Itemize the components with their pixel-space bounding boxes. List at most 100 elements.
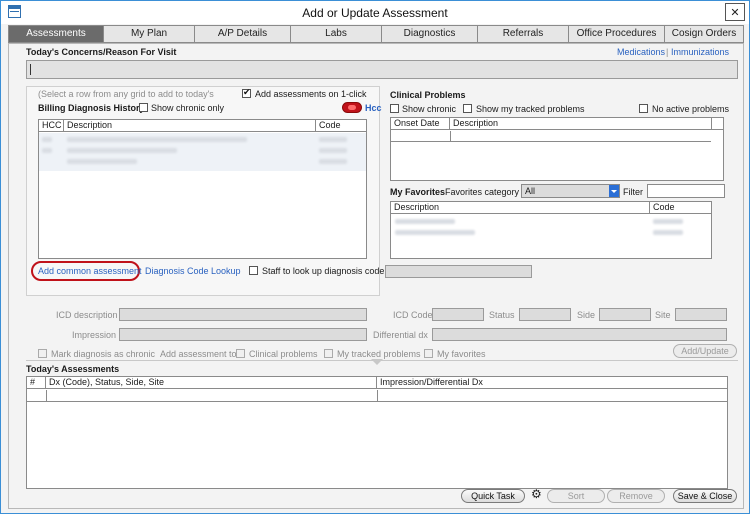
quick-task-button[interactable]: Quick Task	[461, 489, 525, 503]
col-number[interactable]: #	[27, 377, 46, 388]
chevron-down-icon[interactable]	[609, 185, 619, 197]
table-row	[42, 148, 52, 153]
add-on-click-checkbox[interactable]	[242, 87, 251, 98]
my-favorites-checkbox[interactable]	[424, 349, 433, 358]
table-row	[67, 159, 137, 164]
remove-button[interactable]: Remove	[607, 489, 665, 503]
icd-code-input[interactable]	[432, 308, 484, 321]
clinical-problems-grid[interactable]: Onset Date Description	[390, 117, 724, 181]
clinical-show-chronic-checkbox[interactable]	[390, 104, 399, 113]
side-input[interactable]	[599, 308, 651, 321]
title-bar: Add or Update Assessment ✕	[1, 1, 749, 24]
col-fav-description[interactable]: Description	[391, 202, 650, 213]
tab-labs[interactable]: Labs	[291, 25, 382, 43]
billing-show-chronic-checkbox[interactable]	[139, 103, 148, 112]
side-label: Side	[577, 310, 596, 320]
differential-label: Differential dx	[373, 330, 428, 340]
clinical-show-chronic-label: Show chronic	[402, 104, 457, 114]
clinical-problems-label: Clinical problems	[249, 349, 318, 359]
no-active-problems-checkbox[interactable]	[639, 104, 648, 113]
impression-label: Impression	[72, 330, 117, 340]
filter-input[interactable]	[647, 184, 725, 198]
col-code[interactable]: Code	[316, 120, 366, 131]
icd-code-label: ICD Code	[393, 310, 433, 320]
diagnosis-code-lookup-link[interactable]: Diagnosis Code Lookup	[145, 266, 241, 276]
favorites-grid[interactable]: Description Code	[390, 201, 712, 259]
add-on-click-label: Add assessments on 1-click	[255, 89, 367, 99]
hcc-link[interactable]: Hcc	[365, 103, 382, 113]
window-title: Add or Update Assessment	[302, 6, 448, 20]
close-window-button[interactable]: ✕	[725, 3, 745, 21]
tab-referrals[interactable]: Referrals	[478, 25, 569, 43]
row-divider	[377, 390, 378, 402]
table-row	[653, 230, 683, 235]
sort-button[interactable]: Sort	[547, 489, 605, 503]
col-description[interactable]: Description	[64, 120, 316, 131]
my-favorites-label: My favorites	[437, 349, 486, 359]
billing-show-chronic-label: Show chronic only	[151, 103, 225, 113]
tab-diagnostics[interactable]: Diagnostics	[382, 25, 478, 43]
tab-ap-details[interactable]: A/P Details	[195, 25, 291, 43]
mark-chronic-label: Mark diagnosis as chronic	[51, 349, 156, 359]
impression-input[interactable]	[119, 328, 367, 341]
add-update-button[interactable]: Add/Update	[673, 344, 737, 358]
table-row	[653, 219, 683, 224]
todays-assessments-grid[interactable]: # Dx (Code), Status, Side, Site Impressi…	[26, 376, 728, 489]
favorites-grid-header: Description Code	[391, 202, 711, 214]
billing-grid[interactable]: HCC Description Code	[38, 119, 367, 259]
billing-grid-header: HCC Description Code	[39, 120, 366, 132]
medications-link[interactable]: Medications	[617, 47, 665, 57]
col-onset-date[interactable]: Onset Date	[391, 118, 450, 129]
icd-description-label: ICD description	[56, 310, 118, 320]
col-dx[interactable]: Dx (Code), Status, Side, Site	[46, 377, 377, 388]
staff-lookup-input[interactable]	[385, 265, 532, 278]
hcc-toggle-icon[interactable]	[342, 102, 362, 113]
favorites-category-label: Favorites category	[445, 187, 520, 197]
col-fav-code[interactable]: Code	[650, 202, 711, 213]
icd-description-input[interactable]	[119, 308, 367, 321]
clinical-problems-title: Clinical Problems	[390, 90, 466, 100]
immunizations-link[interactable]: Immunizations	[671, 47, 729, 57]
add-common-assessment-link[interactable]: Add common assessment	[38, 266, 142, 276]
table-row	[395, 230, 475, 235]
show-tracked-checkbox[interactable]	[463, 104, 472, 113]
status-label: Status	[489, 310, 515, 320]
mark-chronic-checkbox[interactable]	[38, 349, 47, 358]
table-row	[395, 219, 455, 224]
staff-lookup-checkbox[interactable]	[249, 266, 258, 275]
clinical-grid-header: Onset Date Description	[391, 118, 723, 130]
table-row	[67, 137, 247, 142]
assessment-window: Add or Update Assessment ✕ Assessments M…	[0, 0, 750, 514]
col-clinical-description[interactable]: Description	[450, 118, 712, 129]
concerns-label: Today's Concerns/Reason For Visit	[26, 47, 177, 57]
tab-bar: Assessments My Plan A/P Details Labs Dia…	[8, 25, 744, 43]
save-close-button[interactable]: Save & Close	[673, 489, 737, 503]
clinical-problems-checkbox[interactable]	[236, 349, 245, 358]
differential-input[interactable]	[432, 328, 727, 341]
concerns-input[interactable]	[26, 60, 738, 79]
todays-assessments-title: Today's Assessments	[26, 364, 120, 374]
tab-cosign-orders[interactable]: Cosign Orders	[665, 25, 744, 43]
table-row	[319, 159, 347, 164]
gear-icon[interactable]: ⚙	[531, 487, 542, 501]
col-hcc[interactable]: HCC	[39, 120, 64, 131]
col-impression[interactable]: Impression/Differential Dx	[377, 377, 727, 388]
filter-label: Filter	[623, 187, 643, 197]
site-label: Site	[655, 310, 671, 320]
site-input[interactable]	[675, 308, 727, 321]
tab-my-plan[interactable]: My Plan	[104, 25, 195, 43]
row-divider	[46, 390, 47, 402]
no-active-problems-label: No active problems	[652, 104, 730, 114]
chevron-down-icon	[371, 359, 383, 365]
text-cursor	[30, 64, 31, 75]
tab-assessments[interactable]: Assessments	[8, 25, 104, 43]
status-input[interactable]	[519, 308, 571, 321]
link-separator: |	[666, 47, 669, 57]
tab-office-procedures[interactable]: Office Procedures	[569, 25, 665, 43]
hcc-toggle-knob	[348, 105, 356, 110]
staff-lookup-label: Staff to look up diagnosis code	[262, 266, 385, 276]
tracked-problems-label: My tracked problems	[337, 349, 421, 359]
table-row	[319, 137, 347, 142]
favorites-category-select[interactable]: All	[521, 184, 620, 198]
tracked-problems-checkbox[interactable]	[324, 349, 333, 358]
